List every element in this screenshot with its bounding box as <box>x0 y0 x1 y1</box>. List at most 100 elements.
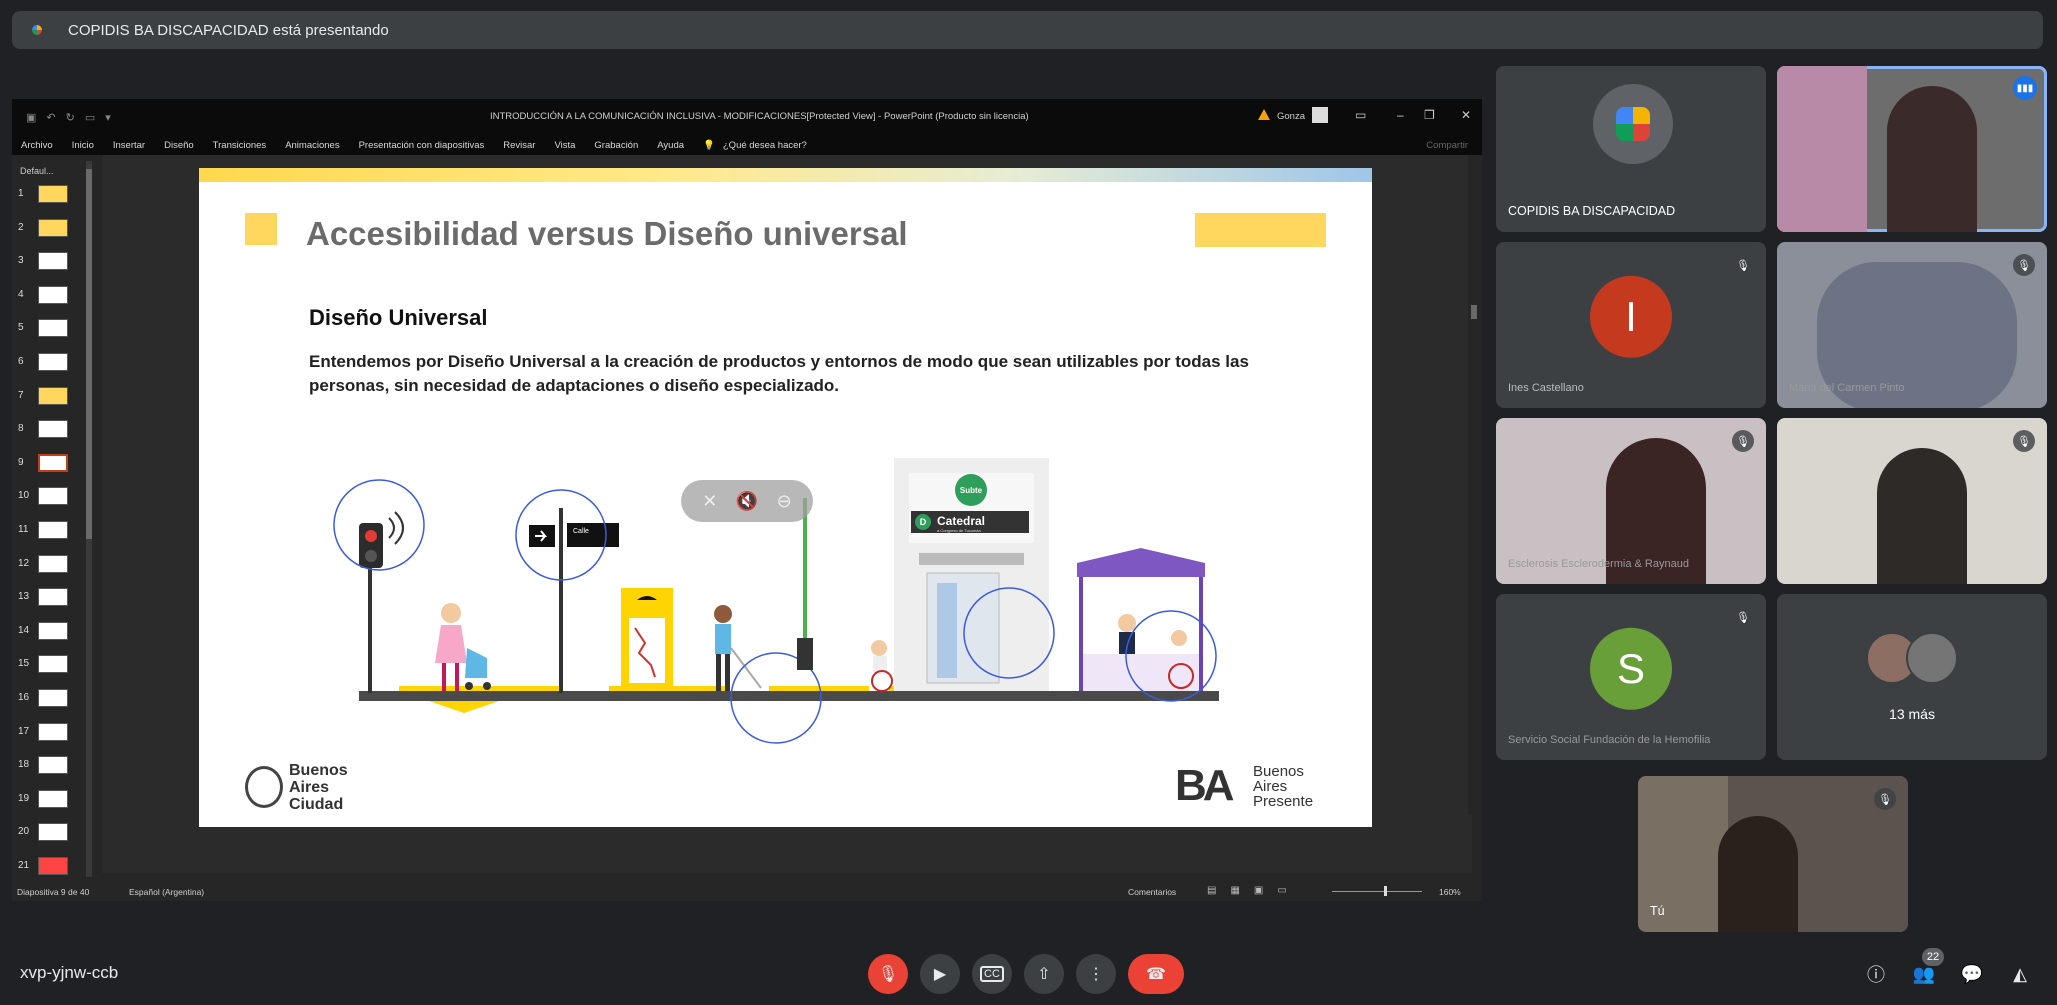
ppt-status-bar: Diapositiva 9 de 40 Español (Argentina) … <box>12 881 1482 901</box>
menu-revisar: Revisar <box>503 139 536 151</box>
green-pole <box>803 498 807 653</box>
activities-icon: ◭ <box>2013 963 2027 984</box>
participant-name: Esclerosis Esclerodermia & Raynaud <box>1508 558 1689 570</box>
participant-tile[interactable]: 🎙 Esclerosis Esclerodermia & Raynaud <box>1496 418 1766 584</box>
participant-tile[interactable]: COPIDIS BA DISCAPACIDAD <box>1496 66 1766 232</box>
menu-inicio: Inicio <box>71 139 94 151</box>
menu-transiciones: Transiciones <box>212 139 267 151</box>
mic-off-icon: 🎙 <box>2013 430 2035 452</box>
slide-counter: Diapositiva 9 de 40 <box>17 887 90 897</box>
more-participants-tile[interactable]: 13 más <box>1777 594 2047 760</box>
slide-thumbnail-preview <box>38 588 68 607</box>
participant-name: Servicio Social Fundación de la Hemofili… <box>1508 734 1711 746</box>
menu-presentacion: Presentación con diapositivas <box>358 139 485 151</box>
leave-call-button[interactable]: ☎ <box>1128 954 1184 994</box>
slide-thumbnail-number: 1 <box>18 188 24 199</box>
presenter-icon <box>32 25 42 35</box>
slide-thumbnail-preview <box>38 521 68 539</box>
slide-thumbnail-number: 2 <box>18 221 24 233</box>
slide-thumbnail-preview <box>38 722 68 741</box>
self-view-tile[interactable]: 🎙 Tú <box>1638 776 1908 932</box>
mute-all-icon[interactable]: ✕ <box>702 491 717 512</box>
menu-animaciones: Animaciones <box>285 139 340 151</box>
ppt-document-title: INTRODUCCIÓN A LA COMUNICACIÓN INCLUSIVA… <box>490 111 1029 122</box>
language-status: Español (Argentina) <box>129 887 205 897</box>
self-name: Tú <box>1650 904 1665 918</box>
slide-thumbnail-preview <box>38 353 68 371</box>
ppt-ribbon-tabs: Archivo Inicio Insertar Diseño Transicio… <box>12 135 1482 155</box>
more-options-button[interactable]: ⋮ <box>1076 954 1116 994</box>
present-icon: ⇧ <box>1037 966 1051 983</box>
restore-icon: ❐ <box>1424 108 1435 122</box>
meeting-code: xvp-yjnw-ccb <box>20 963 119 982</box>
avatar: I <box>1590 275 1672 358</box>
menu-diseno: Diseño <box>164 139 194 151</box>
participant-tile-active-speaker[interactable]: ▮▮▮ <box>1777 66 2047 232</box>
remove-icon[interactable]: ⊖ <box>777 491 792 512</box>
save-icon: ▣ <box>26 112 37 124</box>
normal-view-icon: ▤ <box>1207 885 1217 896</box>
slide-thumbnail-preview <box>38 453 68 472</box>
minimize-icon: – <box>1397 108 1404 122</box>
slide-thumbnail-number: 8 <box>18 423 24 435</box>
customize-icon: ▾ <box>105 112 111 124</box>
quick-access-toolbar: ▣ ↶ ↻ ▭ ▾ <box>26 111 111 124</box>
presenter-floating-controls[interactable]: ✕ 🔇 ⊖ <box>681 480 813 522</box>
menu-insertar: Insertar <box>112 139 146 151</box>
meeting-details-button[interactable]: ⓘ <box>1862 960 1890 988</box>
menu-archivo: Archivo <box>21 139 53 151</box>
participant-tile[interactable]: 🎙 <box>1777 418 2047 584</box>
mic-off-icon: 🎙 <box>1732 430 1754 452</box>
svg-text:Subte: Subte <box>960 486 983 495</box>
present-now-button[interactable]: ⇧ <box>1024 954 1064 994</box>
svg-text:Catedral: Catedral <box>937 514 985 528</box>
street-sign-text: Calle <box>573 528 589 535</box>
activities-button[interactable]: ◭ <box>2006 960 2034 988</box>
street-sign-pole <box>559 508 563 693</box>
video-background <box>1777 66 1867 232</box>
mic-off-icon: 🎙 <box>2013 254 2035 276</box>
slide-thumbnail-number: 3 <box>18 255 24 267</box>
speaking-indicator-icon: ▮▮▮ <box>2013 76 2037 100</box>
slide-thumbnail-preview <box>38 554 68 573</box>
people-icon: 👥 <box>1912 963 1936 984</box>
slide-thumbnail-number: 4 <box>18 288 24 300</box>
slide-thumbnail-number: 16 <box>18 692 30 703</box>
more-icon: ⋮ <box>1088 966 1104 983</box>
redo-icon: ↻ <box>65 112 75 124</box>
chat-button[interactable]: 💬 <box>1958 960 1986 988</box>
slide-thumbnail-number: 11 <box>18 524 29 535</box>
mic-off-icon: 🎙 <box>1732 606 1754 628</box>
close-icon: ✕ <box>1461 108 1472 122</box>
participant-name: Maria del Carmen Pinto <box>1789 382 1905 394</box>
sorter-view-icon: ▦ <box>1230 885 1240 896</box>
participant-tile[interactable]: S 🎙 Servicio Social Fundación de la Hemo… <box>1496 594 1766 760</box>
svg-text:a Congreso de Tucumán: a Congreso de Tucumán <box>937 528 981 533</box>
slide-thumbnail-number: 6 <box>18 356 24 367</box>
tent-roof <box>1077 548 1205 563</box>
participant-tile[interactable]: I 🎙 Ines Castellano <box>1496 242 1766 408</box>
slide-thumbnail-number: 12 <box>18 557 30 569</box>
svg-text:D: D <box>920 517 927 527</box>
avatar: S <box>1590 627 1672 710</box>
captions-button[interactable]: CC <box>972 954 1012 994</box>
tell-me-search: ¿Qué desea hacer? <box>722 139 807 151</box>
comments-button: Comentarios <box>1128 887 1177 897</box>
slide-thumbnail-number: 10 <box>18 490 30 502</box>
more-participants-label: 13 más <box>1889 706 1935 722</box>
slide-thumbnail-number: 17 <box>18 725 30 737</box>
ribbon-display-icon: ▭ <box>1355 108 1367 122</box>
sound-off-icon[interactable]: 🔇 <box>736 491 758 512</box>
slide-thumbnail-preview <box>38 285 68 304</box>
microphone-toggle-button[interactable]: 🎙 <box>868 954 908 994</box>
info-icon: ⓘ <box>1867 965 1885 985</box>
hangup-icon: ☎ <box>1146 966 1166 983</box>
slide-thumbnail-preview <box>38 621 68 640</box>
participant-tile[interactable]: 🎙 Maria del Carmen Pinto <box>1777 242 2047 408</box>
camera-toggle-button[interactable]: ▶ <box>920 954 960 994</box>
presenting-text: COPIDIS BA DISCAPACIDAD está presentando <box>68 21 389 39</box>
slide-thumbnail-number: 18 <box>18 759 30 771</box>
participant-name: Ines Castellano <box>1508 382 1584 394</box>
captions-icon: CC <box>980 966 1004 982</box>
avatar <box>1906 632 1958 684</box>
